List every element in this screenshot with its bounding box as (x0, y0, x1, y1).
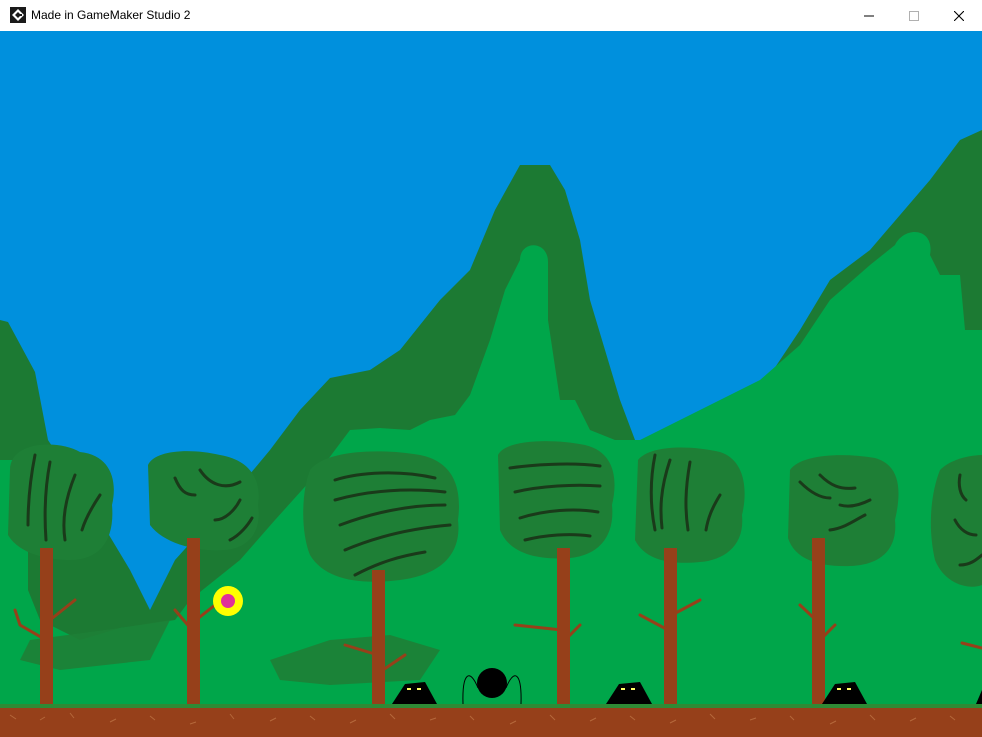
ground (0, 704, 982, 737)
coin-pickup (213, 586, 243, 616)
title-bar[interactable]: Made in GameMaker Studio 2 (0, 0, 982, 32)
maximize-button[interactable] (891, 0, 937, 31)
gamemaker-icon (10, 7, 26, 23)
window-title: Made in GameMaker Studio 2 (31, 8, 191, 22)
close-icon (954, 10, 964, 21)
game-canvas[interactable] (0, 31, 982, 737)
game-window: Made in GameMaker Studio 2 (0, 0, 982, 737)
minimize-button[interactable] (846, 0, 892, 31)
minimize-icon (864, 11, 874, 21)
maximize-icon (909, 10, 919, 21)
close-button[interactable] (936, 0, 982, 31)
